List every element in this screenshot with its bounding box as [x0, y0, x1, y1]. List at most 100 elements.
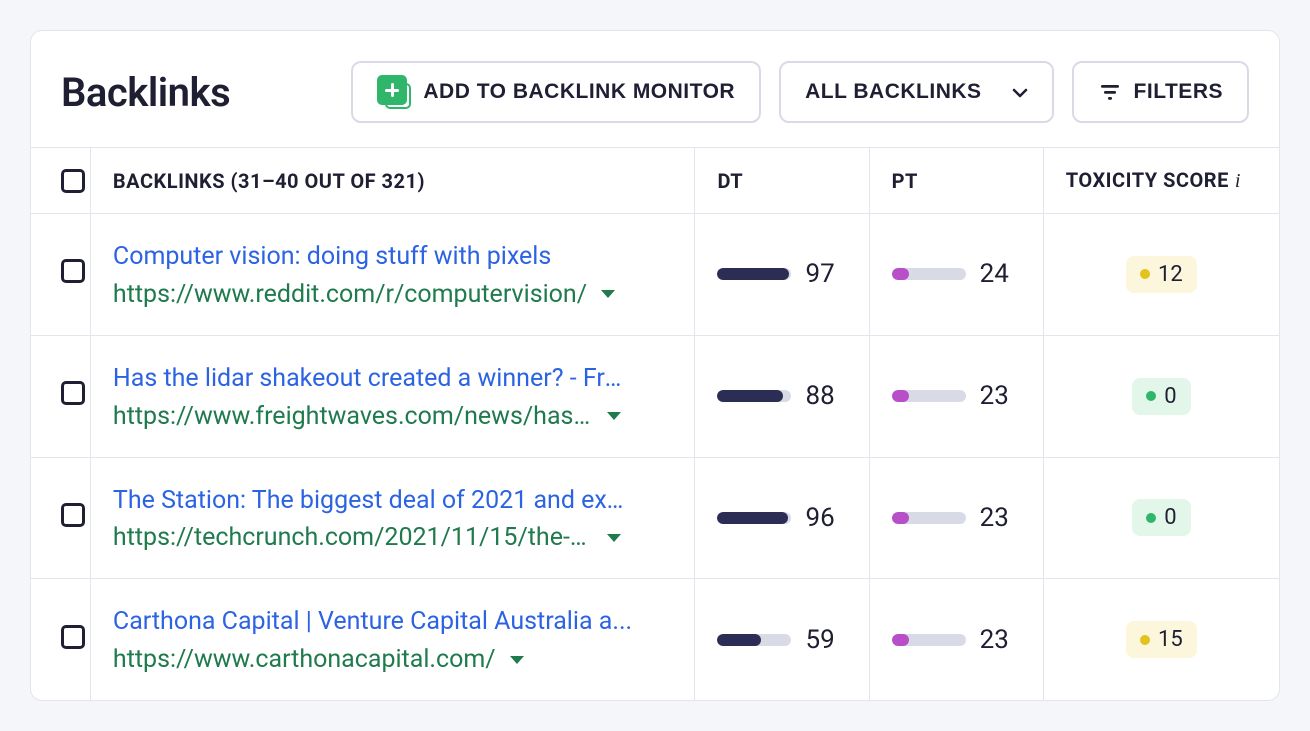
backlinks-table: BACKLINKS (31–40 OUT OF 321) DT PT TOXIC…	[31, 147, 1279, 700]
meter-bar	[717, 634, 791, 646]
dt-meter: 59	[717, 625, 846, 655]
backlink-url[interactable]: https://www.reddit.com/r/computervision/	[113, 280, 587, 309]
row-checkbox[interactable]	[61, 503, 85, 527]
url-dropdown-icon[interactable]	[607, 534, 621, 542]
toxicity-badge: 12	[1126, 256, 1197, 293]
backlink-title[interactable]: Computer vision: doing stuff with pixels	[113, 240, 633, 274]
toxicity-value: 0	[1164, 384, 1176, 409]
table-row: Carthona Capital | Venture Capital Austr…	[31, 579, 1279, 700]
meter-bar	[892, 512, 966, 524]
col-pt[interactable]: PT	[869, 148, 1043, 214]
url-dropdown-icon[interactable]	[510, 656, 524, 664]
backlink-url[interactable]: https://techcrunch.com/2021/11/15/the-s.…	[113, 523, 593, 552]
dropdown-label: ALL BACKLINKS	[805, 80, 981, 104]
cell-dt: 97	[695, 214, 869, 336]
status-dot	[1146, 513, 1156, 523]
backlink-title[interactable]: Has the lidar shakeout created a winner?…	[113, 362, 633, 396]
toxicity-value: 15	[1158, 627, 1183, 652]
cell-dt: 59	[695, 579, 869, 700]
cell-backlink: Computer vision: doing stuff with pixels…	[90, 214, 695, 336]
pt-value: 23	[980, 503, 1016, 533]
page-title: Backlinks	[61, 69, 230, 116]
add-button-label: ADD TO BACKLINK MONITOR	[423, 80, 735, 104]
info-icon[interactable]: i	[1235, 170, 1241, 192]
cell-toxicity: 15	[1043, 579, 1279, 700]
url-dropdown-icon[interactable]	[601, 290, 615, 298]
cell-pt: 23	[869, 335, 1043, 457]
toxicity-badge: 0	[1132, 499, 1190, 536]
cell-backlink: The Station: The biggest deal of 2021 an…	[90, 457, 695, 579]
meter-bar	[717, 512, 791, 524]
cell-pt: 24	[869, 214, 1043, 336]
dt-meter: 88	[717, 381, 846, 411]
url-dropdown-icon[interactable]	[607, 412, 621, 420]
add-stack-icon	[377, 75, 411, 109]
dt-value: 59	[805, 625, 841, 655]
pt-meter: 23	[892, 503, 1021, 533]
status-dot	[1140, 635, 1150, 645]
status-dot	[1140, 269, 1150, 279]
backlinks-card: Backlinks ADD TO BACKLINK MONITOR ALL BA…	[30, 30, 1280, 701]
meter-bar	[892, 634, 966, 646]
toxicity-value: 0	[1164, 505, 1176, 530]
cell-toxicity: 0	[1043, 335, 1279, 457]
cell-backlink: Carthona Capital | Venture Capital Austr…	[90, 579, 695, 700]
col-toxicity[interactable]: TOXICITY SCORE i	[1043, 148, 1279, 214]
row-checkbox[interactable]	[61, 625, 85, 649]
filters-button[interactable]: FILTERS	[1072, 61, 1249, 123]
table-row: The Station: The biggest deal of 2021 an…	[31, 457, 1279, 579]
dt-value: 88	[805, 381, 841, 411]
toxicity-badge: 0	[1132, 378, 1190, 415]
col-checkbox	[31, 148, 90, 214]
table-row: Computer vision: doing stuff with pixels…	[31, 214, 1279, 336]
cell-pt: 23	[869, 457, 1043, 579]
select-all-checkbox[interactable]	[61, 169, 85, 193]
filters-label: FILTERS	[1134, 80, 1223, 104]
backlink-title[interactable]: The Station: The biggest deal of 2021 an…	[113, 484, 633, 518]
dt-value: 97	[805, 259, 841, 289]
cell-toxicity: 0	[1043, 457, 1279, 579]
col-backlinks[interactable]: BACKLINKS (31–40 OUT OF 321)	[90, 148, 695, 214]
col-toxicity-label: TOXICITY SCORE	[1066, 168, 1229, 192]
pt-value: 23	[980, 381, 1016, 411]
dt-value: 96	[805, 503, 841, 533]
col-dt-label: DT	[717, 169, 743, 193]
toxicity-value: 12	[1158, 262, 1183, 287]
dt-meter: 97	[717, 259, 846, 289]
cell-dt: 96	[695, 457, 869, 579]
cell-checkbox	[31, 214, 90, 336]
col-pt-label: PT	[892, 169, 918, 193]
cell-checkbox	[31, 579, 90, 700]
col-backlinks-label: BACKLINKS (31–40 OUT OF 321)	[113, 169, 425, 193]
filter-icon	[1098, 80, 1122, 104]
toxicity-badge: 15	[1126, 621, 1197, 658]
chevron-down-icon	[1010, 83, 1028, 101]
cell-pt: 23	[869, 579, 1043, 700]
pt-value: 23	[980, 625, 1016, 655]
col-dt[interactable]: DT	[695, 148, 869, 214]
meter-bar	[892, 390, 966, 402]
table-row: Has the lidar shakeout created a winner?…	[31, 335, 1279, 457]
cell-checkbox	[31, 335, 90, 457]
backlink-title[interactable]: Carthona Capital | Venture Capital Austr…	[113, 605, 633, 639]
pt-meter: 24	[892, 259, 1021, 289]
cell-dt: 88	[695, 335, 869, 457]
all-backlinks-dropdown[interactable]: ALL BACKLINKS	[779, 61, 1053, 123]
dt-meter: 96	[717, 503, 846, 533]
cell-checkbox	[31, 457, 90, 579]
pt-meter: 23	[892, 381, 1021, 411]
pt-meter: 23	[892, 625, 1021, 655]
backlink-url[interactable]: https://www.freightwaves.com/news/has...	[113, 402, 593, 431]
status-dot	[1146, 391, 1156, 401]
cell-toxicity: 12	[1043, 214, 1279, 336]
pt-value: 24	[980, 259, 1016, 289]
meter-bar	[717, 268, 791, 280]
row-checkbox[interactable]	[61, 259, 85, 283]
card-header: Backlinks ADD TO BACKLINK MONITOR ALL BA…	[31, 31, 1279, 147]
backlink-url[interactable]: https://www.carthonacapital.com/	[113, 645, 496, 674]
meter-bar	[717, 390, 791, 402]
add-to-monitor-button[interactable]: ADD TO BACKLINK MONITOR	[351, 61, 761, 123]
row-checkbox[interactable]	[61, 381, 85, 405]
cell-backlink: Has the lidar shakeout created a winner?…	[90, 335, 695, 457]
meter-bar	[892, 268, 966, 280]
